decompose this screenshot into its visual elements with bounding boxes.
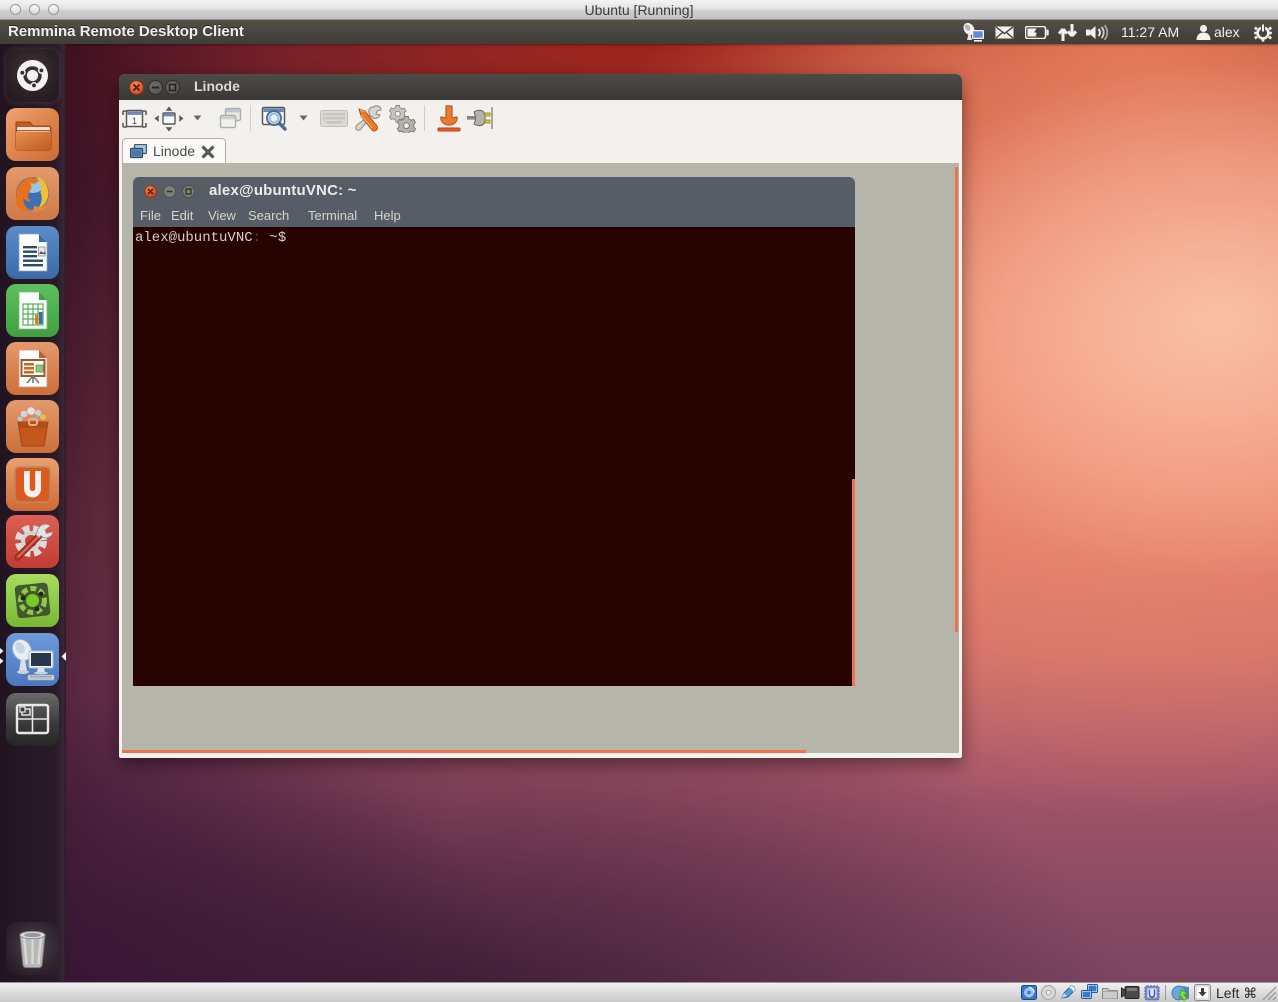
svg-text:1: 1 [132,116,137,126]
